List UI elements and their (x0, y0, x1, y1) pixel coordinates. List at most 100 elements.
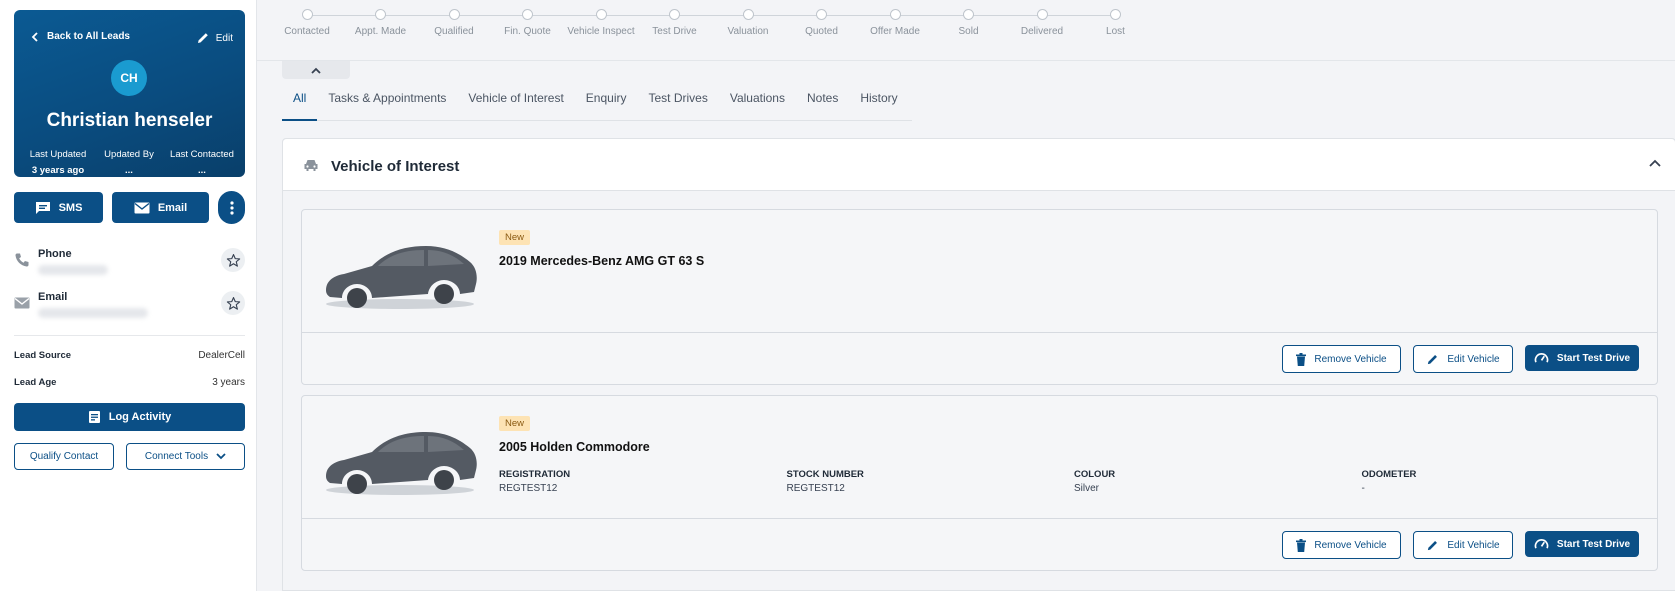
spec-stock-number: STOCK NUMBER REGTEST12 (787, 469, 1075, 494)
remove-vehicle-button[interactable]: Remove Vehicle (1282, 531, 1401, 559)
tab-test-drives[interactable]: Test Drives (637, 88, 718, 121)
more-actions-button[interactable] (218, 191, 245, 224)
car-icon (304, 160, 318, 171)
edit-vehicle-button[interactable]: Edit Vehicle (1413, 345, 1513, 373)
lead-age-row: Lead Age 3 years (14, 377, 245, 388)
tab-history[interactable]: History (849, 88, 908, 121)
pipeline-stage[interactable]: Contacted (272, 9, 342, 39)
meta-label: Last Updated (29, 149, 87, 160)
lead-age-value: 3 years (212, 377, 245, 388)
spec-value: REGTEST12 (499, 483, 558, 494)
pipeline-stage[interactable]: Valuation (713, 9, 783, 39)
tab-all[interactable]: All (282, 88, 318, 121)
envelope-icon (134, 202, 150, 213)
connect-tools-button[interactable]: Connect Tools (126, 443, 245, 470)
edit-lead-button[interactable]: Edit (196, 31, 233, 45)
trash-icon (1296, 538, 1307, 552)
pencil-icon (1428, 354, 1438, 364)
meta-label: Last Contacted (170, 149, 234, 160)
log-activity-button[interactable]: Log Activity (14, 403, 245, 431)
spec-colour: COLOUR Silver (1074, 469, 1362, 494)
pipeline-stage[interactable]: Quoted (787, 9, 857, 39)
edit-vehicle-label: Edit Vehicle (1447, 353, 1500, 365)
stage-dot-icon (1036, 9, 1048, 20)
pipeline-stage[interactable]: Offer Made (860, 9, 930, 39)
car-silhouette-icon (326, 246, 477, 309)
tab-tasks-appointments[interactable]: Tasks & Appointments (317, 88, 457, 121)
email-value-redacted (38, 308, 148, 318)
stage-dot-icon (375, 9, 386, 20)
pipeline-stage[interactable]: Appt. Made (346, 9, 416, 39)
star-icon (226, 296, 240, 310)
meta-updated-by: Updated By ... (91, 149, 167, 176)
pipeline-stage[interactable]: Qualified (419, 9, 489, 39)
divider (14, 335, 245, 336)
pipeline-stage[interactable]: Delivered (1007, 9, 1077, 39)
stage-dot-icon (1110, 9, 1121, 20)
back-to-leads-link[interactable]: Back to All Leads (31, 31, 130, 42)
stage-dot-icon (816, 9, 827, 20)
remove-vehicle-label: Remove Vehicle (1314, 353, 1387, 365)
pipeline-stage[interactable]: Test Drive (640, 9, 710, 39)
lead-age-label: Lead Age (14, 377, 57, 388)
favourite-email-button[interactable] (221, 291, 245, 315)
spec-odometer: ODOMETER - (1362, 469, 1650, 494)
start-test-drive-button[interactable]: Start Test Drive (1525, 345, 1639, 371)
vehicle-specs: REGISTRATION REGTEST12 STOCK NUMBER REGT… (499, 469, 1649, 494)
email-label: Email (157, 201, 188, 214)
speedometer-icon (1534, 538, 1549, 549)
pipeline-stage[interactable]: Sold (934, 9, 1004, 39)
stage-label: Appt. Made (354, 26, 407, 37)
envelope-icon (14, 297, 30, 309)
meta-label: Updated By (104, 149, 154, 160)
lead-tabs: All Tasks & Appointments Vehicle of Inte… (282, 88, 912, 121)
qualify-contact-button[interactable]: Qualify Contact (14, 443, 114, 470)
clipboard-icon (88, 411, 100, 423)
tab-valuations[interactable]: Valuations (719, 88, 796, 121)
chevron-down-icon (216, 453, 226, 460)
spec-value: REGTEST12 (786, 483, 845, 494)
panel-title: Vehicle of Interest (331, 158, 460, 175)
stage-label: Fin. Quote (504, 26, 551, 37)
collapse-pipeline-button[interactable] (282, 61, 350, 79)
stage-label: Sold (958, 26, 979, 37)
vehicle-card: New 2019 Mercedes-Benz AMG GT 63 S Remov… (301, 209, 1658, 385)
email-button[interactable]: Email (112, 192, 209, 223)
stage-label: Vehicle Inspect (567, 26, 635, 37)
lead-source-label: Lead Source (14, 350, 72, 361)
meta-value: ... (198, 165, 206, 176)
spec-registration: REGISTRATION REGTEST12 (499, 469, 787, 494)
log-activity-label: Log Activity (108, 411, 172, 423)
pipeline-stage[interactable]: Lost (1081, 9, 1151, 39)
tab-vehicle-of-interest[interactable]: Vehicle of Interest (457, 88, 574, 121)
edit-vehicle-button[interactable]: Edit Vehicle (1413, 531, 1513, 559)
favourite-phone-button[interactable] (221, 248, 245, 272)
start-test-drive-label: Start Test Drive (1556, 538, 1631, 550)
email-contact-label: Email (38, 291, 68, 303)
avatar: CH (111, 60, 147, 96)
pipeline-stage[interactable]: Vehicle Inspect (566, 9, 636, 39)
sms-button[interactable]: SMS (14, 192, 103, 223)
start-test-drive-button[interactable]: Start Test Drive (1525, 531, 1639, 557)
tab-notes[interactable]: Notes (796, 88, 849, 121)
meta-value: ... (125, 165, 133, 176)
stage-label: Delivered (1020, 26, 1064, 37)
spec-label: ODOMETER (1361, 469, 1417, 480)
remove-vehicle-button[interactable]: Remove Vehicle (1282, 345, 1401, 373)
panel-header: Vehicle of Interest (283, 139, 1675, 191)
stage-dot-icon (595, 9, 607, 20)
pencil-icon (197, 33, 208, 43)
stage-dot-icon (742, 9, 754, 20)
pipeline-stage[interactable]: Fin. Quote (493, 9, 563, 39)
stage-label: Valuation (727, 26, 769, 37)
vehicle-card-footer: Remove Vehicle Edit Vehicle Start Test D… (302, 332, 1657, 385)
tab-enquiry[interactable]: Enquiry (575, 88, 638, 121)
chevron-up-icon[interactable] (1649, 159, 1661, 167)
stage-dot-icon (301, 9, 313, 20)
spec-label: STOCK NUMBER (786, 469, 864, 480)
main-content: Contacted Appt. Made Qualified Fin. Quote Ve… (257, 0, 1675, 591)
meta-last-updated: Last Updated 3 years ago (20, 149, 96, 176)
spec-label: REGISTRATION (499, 469, 571, 480)
more-vertical-icon (229, 200, 234, 215)
spec-value: - (1361, 483, 1365, 494)
